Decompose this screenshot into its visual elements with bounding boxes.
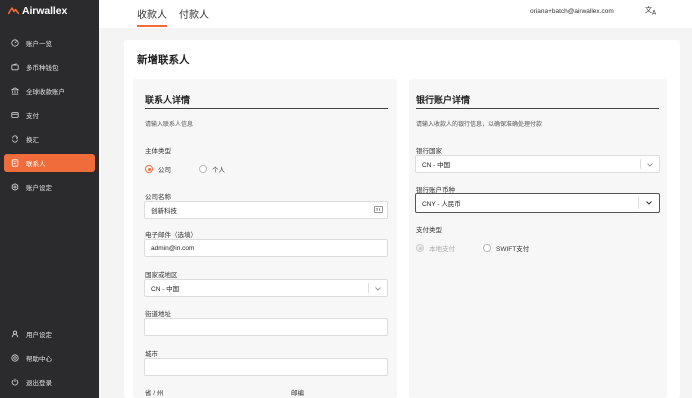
street-field[interactable] xyxy=(144,318,388,336)
payment-type-swift-radio[interactable]: SWIFT支付 xyxy=(483,243,529,253)
sidebar-item-fx[interactable]: 换汇 xyxy=(4,130,95,148)
sidebar-item-overview[interactable]: 账户一览 xyxy=(4,34,95,52)
currency-value: CNY - 人民币 xyxy=(422,201,461,208)
entity-type-company-radio[interactable]: 公司 xyxy=(145,164,171,174)
bank-details-panel: 银行账户详情 请输入收款人的银行信息，以确保准确处理付款 银行国家 CN - 中… xyxy=(409,79,667,398)
card-icon xyxy=(10,111,19,120)
payment-type-label: 支付类型 xyxy=(416,227,442,234)
email-field[interactable]: admin@in.com xyxy=(144,239,388,257)
dashboard-icon xyxy=(10,39,19,48)
contacts-icon xyxy=(10,159,19,168)
bank-country-select[interactable]: CN - 中国 xyxy=(415,155,660,173)
exchange-icon xyxy=(10,135,19,144)
state-label: 省 / 州 xyxy=(145,390,164,397)
country-select[interactable]: CN - 中国 xyxy=(144,279,388,297)
chevron-down-icon xyxy=(647,163,653,167)
company-name-field[interactable]: 创新科技 xyxy=(144,201,388,219)
translate-icon[interactable]: 文A xyxy=(645,5,659,15)
sidebar-item-label: 帮助中心 xyxy=(26,356,52,363)
bank-details-hint: 请输入收款人的银行信息，以确保准确处理付款 xyxy=(416,122,543,128)
email-label: 电子邮件（选填） xyxy=(145,232,197,239)
contact-details-title: 联系人详情 xyxy=(145,95,191,105)
sidebar-item-label: 退出登录 xyxy=(26,380,52,387)
postcode-label: 邮编 xyxy=(291,390,304,397)
select-divider xyxy=(368,283,369,293)
city-label: 城市 xyxy=(145,351,158,358)
help-icon xyxy=(10,354,19,363)
sidebar-item-help[interactable]: 帮助中心 xyxy=(4,349,95,367)
sidebar-item-label: 账户一览 xyxy=(26,41,52,48)
sidebar-item-global-accounts[interactable]: 全球收款账户 xyxy=(4,82,95,100)
payment-type-local-radio[interactable]: 本地支付 xyxy=(416,243,455,253)
contact-card-icon xyxy=(374,206,383,215)
sidebar-item-logout[interactable]: 退出登录 xyxy=(4,373,95,391)
contact-details-hint: 请输入联系人信息 xyxy=(145,122,194,128)
chevron-down-icon xyxy=(375,287,381,291)
sidebar-item-label: 联系人 xyxy=(26,161,46,168)
sidebar-item-contacts[interactable]: 联系人 xyxy=(4,154,95,172)
tab-payers[interactable]: 付款人 xyxy=(179,6,209,21)
sidebar-item-user-settings[interactable]: 用户设定 xyxy=(4,325,95,343)
section-divider xyxy=(416,108,659,109)
wallet-icon xyxy=(10,63,19,72)
logout-icon xyxy=(10,378,19,387)
radio-dot xyxy=(483,244,491,252)
sidebar-item-label: 换汇 xyxy=(26,137,39,144)
radio-dot xyxy=(145,165,153,173)
sidebar-item-account-settings[interactable]: 账户设定 xyxy=(4,178,95,196)
country-label: 国家或地区 xyxy=(145,272,178,279)
sidebar-item-label: 支付 xyxy=(26,113,39,120)
city-field[interactable] xyxy=(144,358,388,376)
airwallex-logo[interactable]: Airwallex xyxy=(8,4,67,18)
radio-label: 本地支付 xyxy=(429,246,455,253)
contact-details-panel: 联系人详情 请输入联系人信息 主体类型 公司 个人 公司名称 创新科技 电子邮件… xyxy=(133,79,397,398)
select-divider xyxy=(640,159,641,169)
main-content: 新增联系人 联系人详情 请输入联系人信息 主体类型 公司 个人 公司名称 创新科… xyxy=(124,40,680,398)
radio-label: 个人 xyxy=(212,167,225,174)
entity-type-label: 主体类型 xyxy=(145,148,171,155)
section-divider xyxy=(145,108,388,109)
sidebar-item-wallet[interactable]: 多币种钱包 xyxy=(4,58,95,76)
bank-details-title: 银行账户详情 xyxy=(416,95,471,105)
sidebar: Airwallex 账户一览 多币种钱包 全球收款账户 支付 换汇 联系人 账户… xyxy=(0,0,99,398)
airwallex-logo-icon xyxy=(8,7,19,15)
currency-select[interactable]: CNY - 人民币 xyxy=(415,193,660,213)
brand-name: Airwallex xyxy=(22,5,68,17)
company-name-label: 公司名称 xyxy=(145,194,171,201)
radio-dot xyxy=(416,244,424,252)
gear-icon xyxy=(10,183,19,192)
company-name-value: 创新科技 xyxy=(151,208,177,215)
bank-country-label: 银行国家 xyxy=(416,148,442,155)
bank-icon xyxy=(10,87,19,96)
user-icon xyxy=(10,330,19,339)
page-title: 新增联系人 xyxy=(137,54,190,66)
top-bar: 收款人 付款人 oriana+batch@airwallex.com 文A xyxy=(99,0,692,28)
bank-country-value: CN - 中国 xyxy=(422,162,451,169)
sidebar-item-payments[interactable]: 支付 xyxy=(4,106,95,124)
radio-label: SWIFT支付 xyxy=(496,246,530,253)
sidebar-item-label: 账户设定 xyxy=(26,185,52,192)
entity-type-individual-radio[interactable]: 个人 xyxy=(199,164,225,174)
country-value: CN - 中国 xyxy=(151,286,180,293)
street-label: 街道地址 xyxy=(145,311,171,318)
sidebar-item-label: 多币种钱包 xyxy=(26,65,59,72)
svg-text:文: 文 xyxy=(645,5,652,14)
user-email[interactable]: oriana+batch@airwallex.com xyxy=(530,8,614,15)
tab-payees[interactable]: 收款人 xyxy=(137,6,167,27)
email-value: admin@in.com xyxy=(151,244,195,252)
svg-text:A: A xyxy=(652,10,657,16)
radio-dot xyxy=(199,165,207,173)
radio-label: 公司 xyxy=(158,167,171,174)
sidebar-item-label: 用户设定 xyxy=(26,332,52,339)
select-divider xyxy=(638,197,639,209)
sidebar-item-label: 全球收款账户 xyxy=(26,89,65,96)
chevron-down-icon xyxy=(646,201,652,205)
